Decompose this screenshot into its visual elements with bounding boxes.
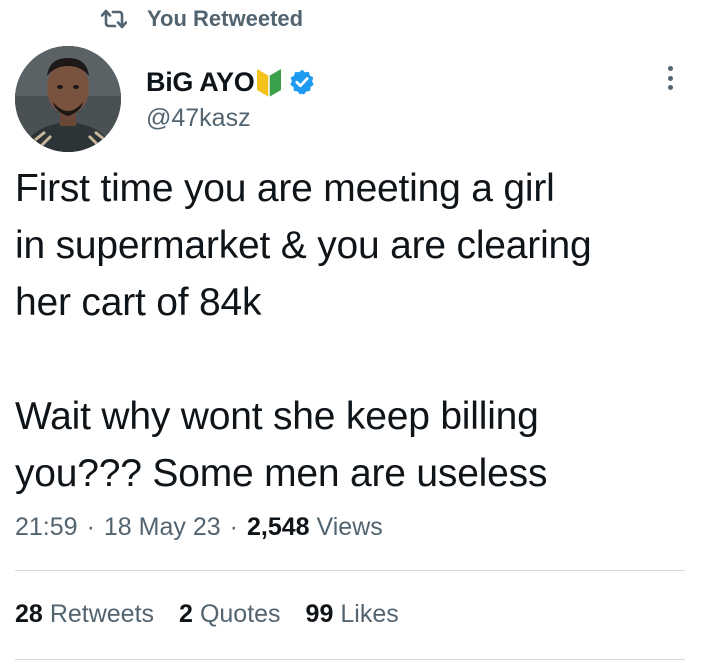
quotes-count: 2 [179, 599, 193, 628]
retweets-label: Retweets [49, 599, 155, 628]
divider [15, 659, 685, 660]
author-info: BiG AYO @47kasz [146, 64, 316, 133]
tweet-meta: 21:59 · 18 May 23 · 2,548 Views [15, 510, 383, 544]
meta-separator: · [86, 512, 95, 541]
tweet-time[interactable]: 21:59 [15, 513, 78, 542]
author-name-row: BiG AYO [146, 64, 316, 100]
engagement-stats: 28 Retweets 2 Quotes 99 Likes [15, 598, 424, 630]
more-options-icon[interactable] [660, 60, 680, 96]
divider [15, 570, 685, 571]
retweet-label[interactable]: You Retweeted [147, 6, 303, 32]
views-label: Views [316, 512, 383, 541]
likes-stat[interactable]: 99 Likes [306, 600, 399, 629]
retweets-count: 28 [15, 599, 43, 628]
tweet-detail: You Retweeted BiG AYO @47kasz First time… [0, 0, 710, 665]
author-handle[interactable]: @47kasz [146, 104, 316, 133]
retweets-stat[interactable]: 28 Retweets [15, 600, 154, 629]
display-name[interactable]: BiG AYO [146, 67, 255, 98]
views-count: 2,548 [246, 512, 310, 541]
quotes-stat[interactable]: 2 Quotes [179, 600, 281, 629]
likes-label: Likes [340, 599, 399, 628]
verified-icon[interactable] [288, 68, 316, 96]
meta-separator: · [229, 512, 238, 541]
tweet-text: First time you are meeting a girl in sup… [15, 167, 592, 495]
beginner-mark-icon [256, 66, 282, 98]
tweet-date[interactable]: 18 May 23 [104, 513, 221, 542]
retweet-icon [101, 8, 127, 30]
quotes-label: Quotes [199, 599, 281, 628]
avatar[interactable] [15, 46, 121, 152]
retweet-header: You Retweeted [101, 4, 303, 34]
likes-count: 99 [305, 599, 334, 628]
